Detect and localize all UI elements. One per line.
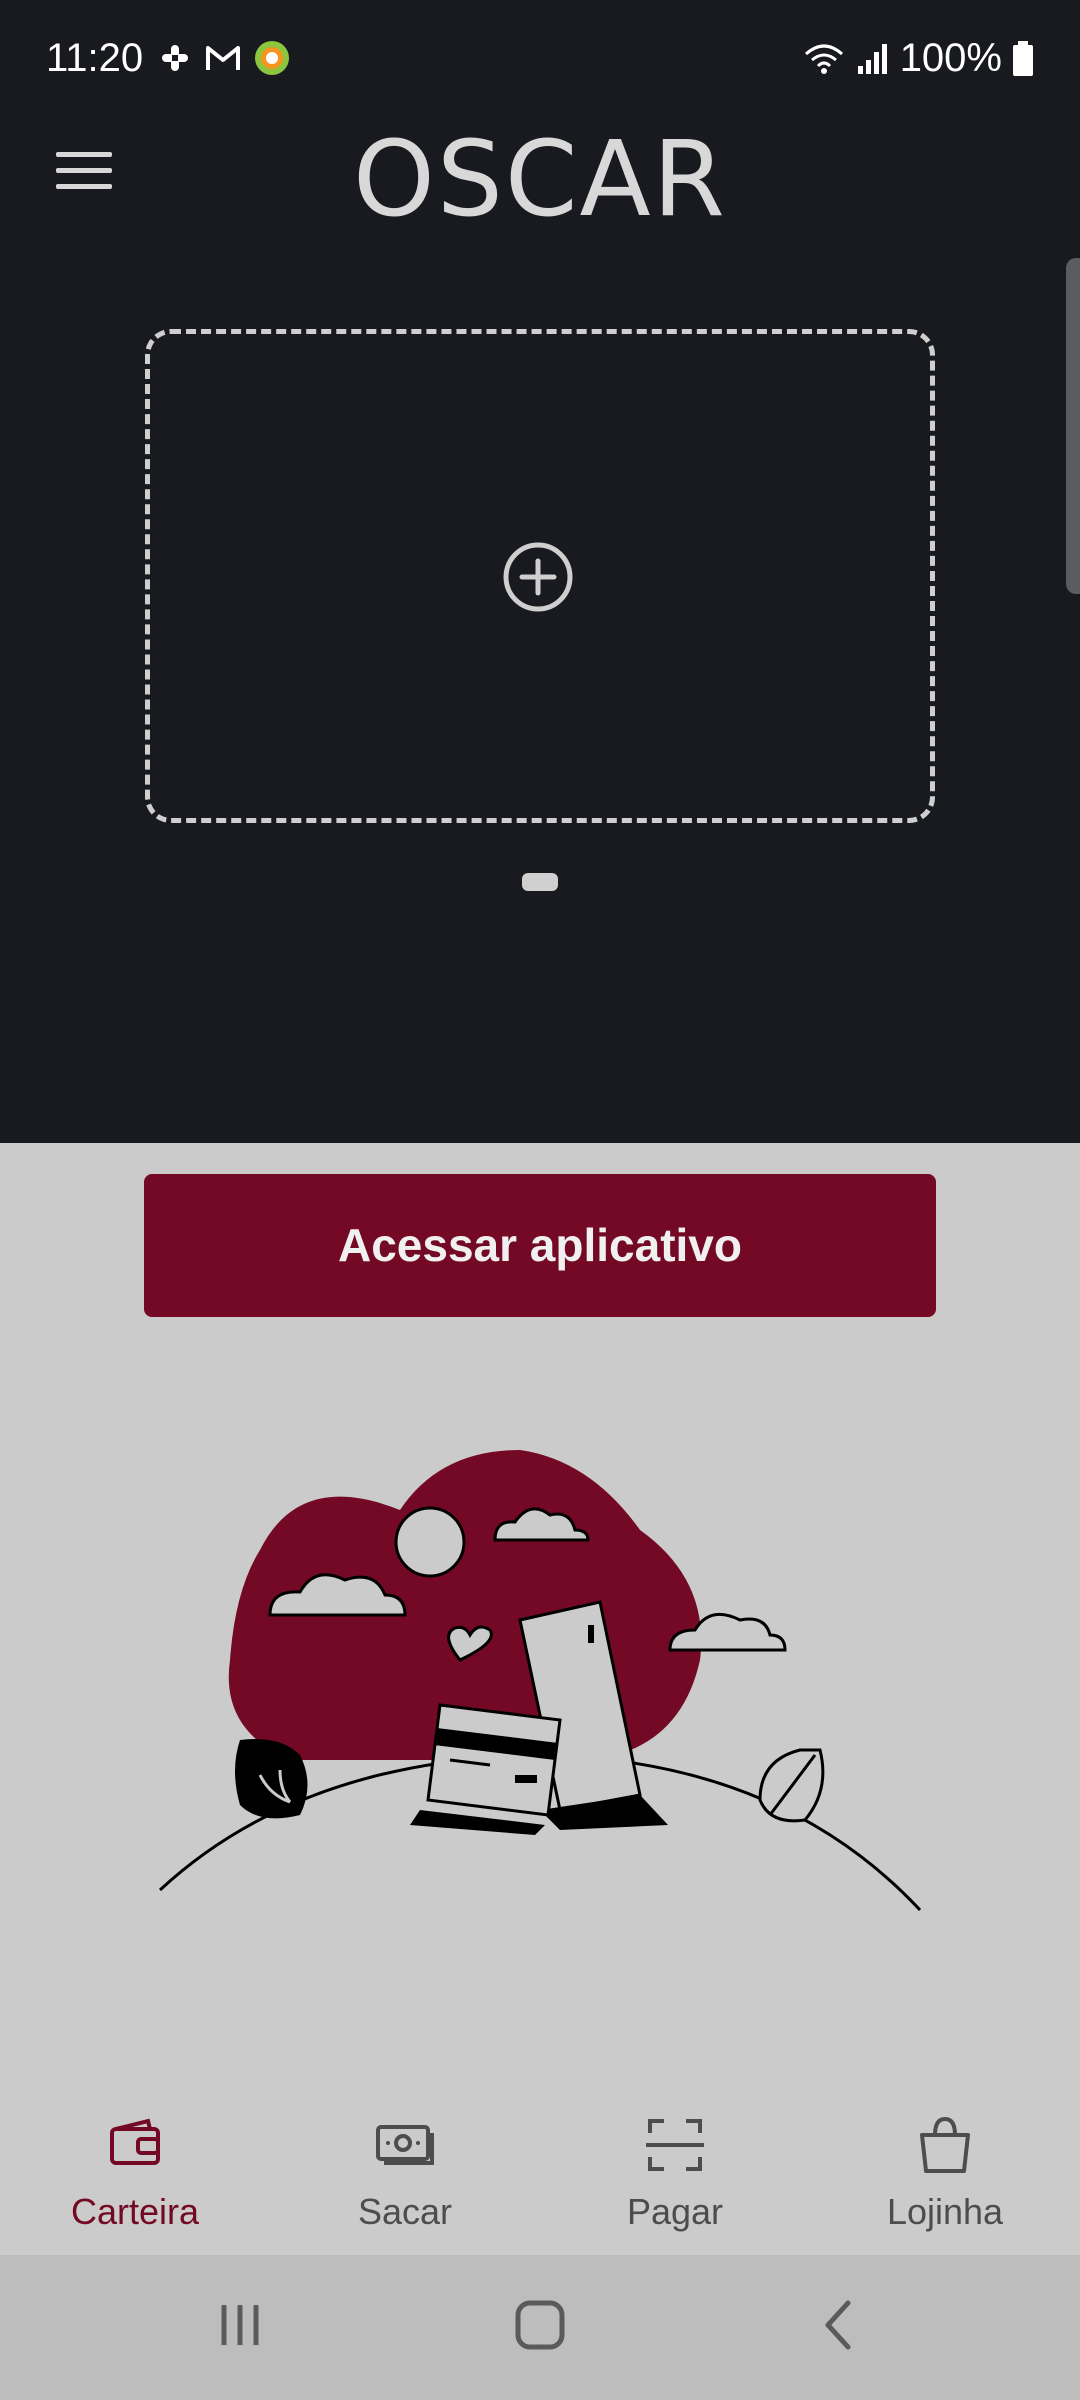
nav-label: Sacar <box>357 2191 453 2232</box>
status-time: 11:20 <box>46 36 144 80</box>
slack-icon <box>162 45 188 71</box>
carousel-page-indicator <box>522 873 558 891</box>
nav-item-pagar[interactable]: Pagar <box>540 2085 810 2255</box>
scroll-indicator[interactable] <box>1066 258 1080 594</box>
wifi-icon <box>804 44 843 74</box>
system-navigation-bar <box>0 2255 1080 2400</box>
recent-apps-icon[interactable] <box>200 2295 280 2355</box>
nav-item-sacar[interactable]: Sacar <box>270 2085 540 2255</box>
nav-label: Lojinha <box>886 2191 1004 2232</box>
scan-icon <box>646 2119 704 2171</box>
signal-icon <box>857 43 887 74</box>
brand-title: OSCAR <box>353 118 727 240</box>
wallet-icon <box>110 2118 160 2165</box>
home-icon[interactable] <box>500 2295 580 2355</box>
add-circle-icon[interactable] <box>502 541 574 613</box>
shopping-bag-icon <box>920 2116 970 2173</box>
nav-item-carteira[interactable]: Carteira <box>0 2085 270 2255</box>
wallet-illustration <box>158 1450 922 1912</box>
system-status: 100% <box>802 36 1034 81</box>
nav-item-lojinha[interactable]: Lojinha <box>810 2085 1080 2255</box>
status-bar: 11:20 100% <box>0 0 1080 120</box>
battery-icon <box>1013 40 1033 76</box>
nav-label: Pagar <box>626 2191 724 2232</box>
battery-percent: 100% <box>899 36 1002 80</box>
notification-icons <box>158 40 290 76</box>
nav-label: Carteira <box>70 2191 200 2232</box>
bottom-navigation: Carteira Sacar Pagar Lojinha <box>0 2085 1080 2255</box>
alelo-icon <box>255 41 289 75</box>
back-icon[interactable] <box>800 2295 880 2355</box>
access-app-button[interactable]: Acessar aplicativo <box>144 1174 936 1317</box>
cash-icon <box>376 2125 434 2165</box>
gmail-icon <box>206 46 240 70</box>
